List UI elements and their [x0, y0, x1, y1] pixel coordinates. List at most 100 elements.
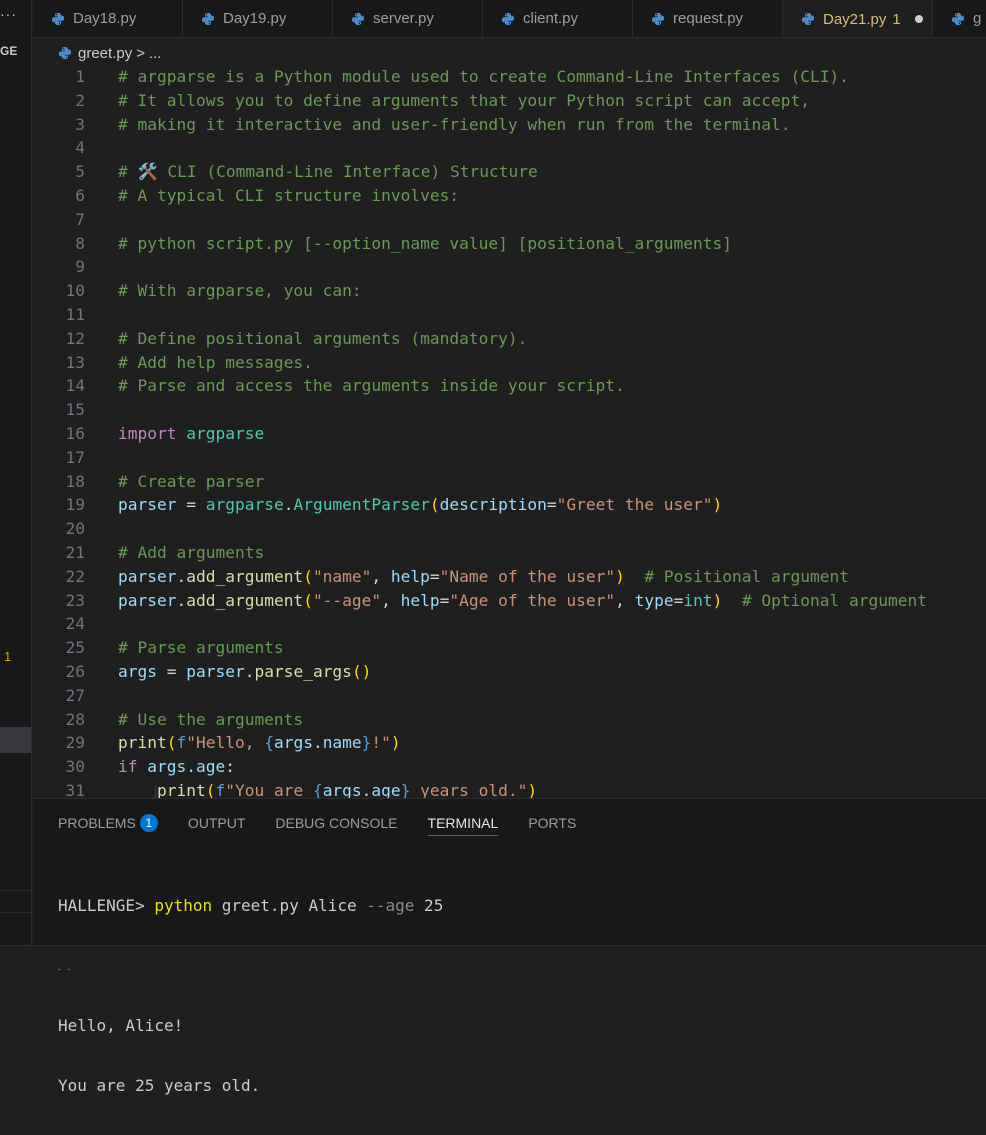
code-token: {	[264, 733, 274, 753]
code-line: 12 # Define positional arguments (mandato…	[33, 327, 986, 351]
code-token: )	[527, 781, 538, 798]
tab-client[interactable]: client.py	[483, 0, 633, 37]
problem-count-badge: 1	[4, 649, 12, 664]
tab-server[interactable]: server.py	[333, 0, 483, 37]
code-line: 28 # Use the arguments	[33, 708, 986, 732]
code-line: 20	[33, 517, 986, 541]
code-token: "Hello,	[186, 733, 265, 753]
line-number: 5	[75, 162, 85, 182]
code-token: # A typical CLI structure involves:	[118, 186, 460, 205]
line-number: 26	[65, 662, 86, 681]
line-number: 30	[65, 757, 86, 777]
tab-label: server.py	[373, 10, 434, 27]
code-text: # 🛠️ CLI (Command-Line Interface) Struct…	[118, 160, 538, 184]
more-actions-icon[interactable]: ···	[0, 6, 17, 22]
breadcrumb-file[interactable]: greet.py	[78, 45, 132, 62]
code-token: age	[371, 781, 401, 798]
code-line: 9	[33, 255, 986, 279]
line-number: 25	[65, 638, 86, 658]
code-token: print	[156, 781, 206, 798]
code-text: # Parse and access the arguments inside …	[118, 374, 625, 398]
code-text: # Define positional arguments (mandatory…	[118, 327, 527, 351]
code-token: ()	[351, 662, 372, 681]
terminal-output[interactable]: HALLENGE> python greet.py Alice --age 25…	[58, 857, 443, 1135]
tab-day21[interactable]: Day21.py 1	[783, 0, 933, 37]
code-token: =	[546, 495, 557, 515]
line-number: 19	[65, 495, 86, 515]
status-bar	[0, 945, 986, 969]
python-file-icon	[802, 13, 814, 25]
tab-output[interactable]: OUTPUT	[188, 811, 246, 835]
code-text: # python script.py [--option_name value]…	[118, 232, 732, 256]
code-text: # It allows you to define arguments that…	[118, 89, 810, 113]
code-token: )	[390, 733, 401, 753]
code-token: "Name of the user"	[439, 566, 616, 586]
code-text: # With argparse, you can:	[118, 279, 362, 303]
unsaved-dot-icon[interactable]	[914, 15, 923, 23]
code-token: # python script.py [--option_name value]…	[118, 233, 732, 253]
line-number: 10	[65, 281, 86, 301]
tab-terminal[interactable]: TERMINAL	[427, 811, 499, 836]
code-token: f	[215, 781, 226, 798]
code-token: add_argument	[186, 566, 304, 586]
code-token: args	[322, 781, 362, 798]
code-text: # Use the arguments	[118, 708, 303, 732]
tab-label: OUTPUT	[187, 815, 246, 831]
code-token: # Add help messages.	[118, 352, 313, 372]
line-number: 1	[75, 67, 85, 86]
code-token: "Greet the user"	[556, 495, 713, 515]
tab-request[interactable]: request.py	[633, 0, 783, 37]
selected-explorer-item[interactable]	[0, 727, 31, 753]
line-number: 23	[65, 590, 86, 610]
tab-day19[interactable]: Day19.py	[183, 0, 333, 37]
python-file-icon	[52, 12, 64, 25]
code-token: (	[205, 781, 216, 798]
bottom-panel: PROBLEMS 1 OUTPUT DEBUG CONSOLE TERMINAL…	[33, 798, 986, 1095]
code-text: parser.add_argument("--age", help="Age o…	[118, 589, 927, 613]
line-number: 21	[65, 543, 86, 562]
tab-label: PROBLEMS	[58, 815, 136, 831]
terminal-args: 25	[414, 896, 444, 915]
code-line: 23 parser.add_argument("--age", help="Age…	[33, 589, 986, 613]
tab-day18[interactable]: Day18.py	[33, 0, 183, 37]
code-text: # Parse arguments	[118, 636, 284, 660]
line-number: 9	[75, 257, 85, 277]
breadcrumb-symbols[interactable]: ...	[149, 45, 162, 62]
code-token: "--age"	[312, 590, 382, 610]
terminal-flag: --age	[366, 896, 415, 915]
code-line: 30 if args.age:	[33, 755, 986, 779]
code-editor[interactable]: 1 # argparse is a Python module used to c…	[33, 64, 986, 798]
line-number: 16	[65, 424, 86, 443]
line-number: 2	[75, 90, 85, 110]
code-line: 5 # 🛠️ CLI (Command-Line Interface) Struc…	[33, 160, 986, 184]
terminal-line: You are 25 years old.	[58, 1076, 261, 1095]
tab-greet[interactable]: g	[933, 0, 986, 37]
python-file-icon	[652, 12, 664, 25]
tab-ports[interactable]: PORTS	[528, 811, 576, 835]
line-number: 15	[65, 400, 86, 420]
tab-debug-console[interactable]: DEBUG CONSOLE	[275, 811, 397, 835]
code-text: # A typical CLI structure involves:	[118, 184, 459, 208]
tab-problems[interactable]: PROBLEMS 1	[58, 811, 158, 835]
code-line: 1 # argparse is a Python module used to c…	[33, 65, 986, 89]
line-number: 24	[65, 614, 86, 634]
code-token: parser	[118, 590, 177, 610]
terminal-prompt: HALLENGE>	[58, 896, 155, 915]
code-token: .	[312, 733, 323, 753]
panel-tab-bar: PROBLEMS 1 OUTPUT DEBUG CONSOLE TERMINAL…	[58, 811, 606, 836]
explorer-section-label[interactable]: GE	[0, 44, 17, 58]
code-token: ,	[371, 566, 391, 586]
code-token: =	[156, 662, 187, 681]
line-number: 11	[65, 305, 86, 324]
code-text: print(f"You are {args.age} years old.")	[118, 779, 537, 798]
code-text: print(f"Hello, {args.name}!")	[118, 731, 401, 755]
code-line: 22 parser.add_argument("name", help="Name…	[33, 565, 986, 589]
code-line: 26 args = parser.parse_args()	[33, 660, 986, 684]
code-token: age	[195, 757, 226, 777]
code-token: )	[615, 566, 625, 586]
code-token: =	[176, 495, 206, 515]
python-file-icon	[502, 12, 514, 25]
code-line: 18 # Create parser	[33, 470, 986, 494]
